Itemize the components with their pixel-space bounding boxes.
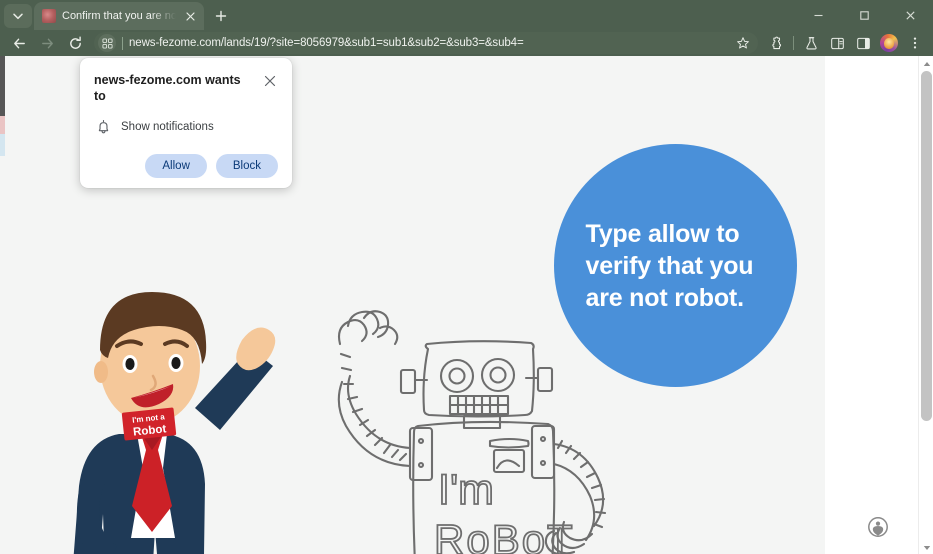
chrome-menu-button[interactable]: [903, 31, 927, 55]
scroll-down-button[interactable]: [919, 540, 933, 554]
allow-button[interactable]: Allow: [145, 154, 207, 178]
forward-button[interactable]: [34, 31, 60, 55]
maximize-icon: [859, 10, 869, 20]
tab-title: Confirm that you are not a rob: [62, 10, 176, 22]
scrollbar-thumb[interactable]: [921, 71, 932, 421]
browser-window: Confirm that you are not a rob: [0, 0, 933, 554]
close-window-icon: [905, 10, 915, 20]
caret-down-icon: [923, 545, 930, 550]
omnibox-divider: [122, 36, 123, 50]
flask-icon: [805, 36, 817, 49]
bell-icon: [98, 119, 109, 134]
toolbar-divider: [793, 36, 794, 50]
avatar: [880, 34, 898, 52]
caret-up-icon: [923, 61, 930, 66]
robot-body-line-1: I'm: [438, 466, 494, 514]
split-tab-button[interactable]: [825, 31, 849, 55]
permission-dialog-actions: Allow Block: [94, 154, 278, 178]
close-icon[interactable]: [182, 8, 198, 24]
address-bar[interactable]: news-fezome.com/lands/19/?site=8056979&s…: [94, 32, 758, 54]
lab-button[interactable]: [799, 31, 823, 55]
scroll-up-button[interactable]: [919, 56, 933, 71]
vertical-scrollbar[interactable]: [918, 56, 933, 554]
accessibility-widget[interactable]: [864, 513, 892, 541]
robot-body-line-2: RoBoT: [434, 516, 575, 554]
tab-strip: Confirm that you are not a rob: [0, 0, 933, 30]
businessman-illustration: I'm not a Robot: [73, 292, 276, 554]
minimize-button[interactable]: [795, 0, 841, 30]
permission-request-label: Show notifications: [121, 121, 214, 133]
site-info-button[interactable]: [98, 34, 116, 52]
profile-button[interactable]: [877, 31, 901, 55]
permission-request-row: Show notifications: [94, 119, 278, 135]
window-controls: [795, 0, 933, 30]
puzzle-icon: [771, 36, 781, 49]
minimize-icon: [814, 14, 822, 16]
bookmark-button[interactable]: [732, 32, 754, 54]
page-viewport: I'm not a Robot I'm RoBoT Type allow to …: [0, 56, 933, 554]
split-screen-icon: [830, 37, 844, 49]
extensions-button[interactable]: [764, 31, 788, 55]
accessibility-person-icon: [868, 517, 888, 537]
url-text: news-fezome.com/lands/19/?site=8056979&s…: [129, 37, 524, 49]
browser-tab[interactable]: Confirm that you are not a rob: [34, 2, 204, 30]
arrow-right-icon: [41, 38, 53, 48]
star-icon: [737, 37, 749, 49]
reload-icon: [69, 36, 81, 49]
verification-circle: Type allow to verify that you are not ro…: [554, 144, 797, 387]
block-button[interactable]: Block: [215, 154, 278, 178]
close-icon[interactable]: [262, 73, 278, 89]
three-dots-icon: [913, 37, 917, 49]
tab-search-button[interactable]: [4, 4, 32, 28]
close-window-button[interactable]: [887, 0, 933, 30]
verification-circle-text: Type allow to verify that you are not ro…: [585, 219, 754, 312]
permission-dialog-title: news-fezome.com wants to: [94, 73, 241, 103]
chevron-down-icon: [13, 13, 23, 20]
tune-icon: [101, 37, 113, 49]
maximize-button[interactable]: [841, 0, 887, 30]
back-button[interactable]: [6, 31, 32, 55]
side-panel-button[interactable]: [851, 31, 875, 55]
reload-button[interactable]: [62, 31, 88, 55]
arrow-left-icon: [13, 38, 25, 48]
tab-favicon: [42, 9, 56, 23]
plus-icon: [215, 10, 227, 22]
new-tab-button[interactable]: [208, 3, 234, 29]
browser-toolbar: news-fezome.com/lands/19/?site=8056979&s…: [0, 30, 933, 56]
left-edge-strip: [0, 56, 5, 156]
close-glyph: [185, 11, 195, 21]
notification-permission-dialog: news-fezome.com wants to Show notificati…: [80, 58, 292, 188]
side-panel-icon: [856, 37, 870, 49]
permission-dialog-header: news-fezome.com wants to: [94, 72, 278, 104]
close-glyph: [264, 75, 276, 87]
